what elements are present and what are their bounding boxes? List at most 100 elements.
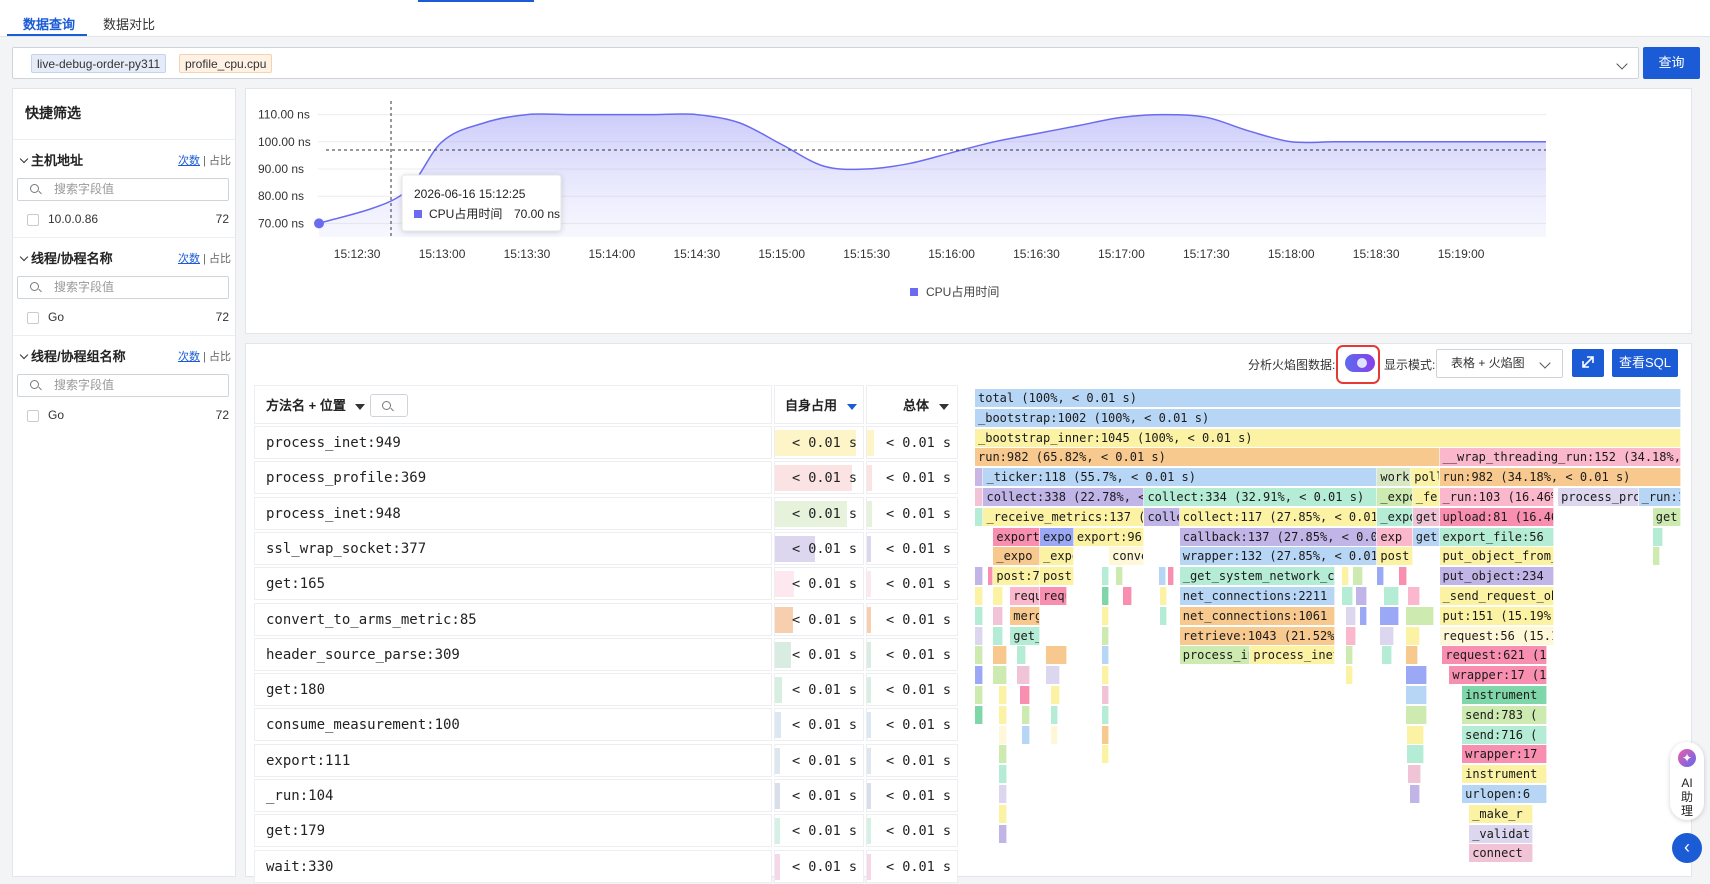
flame-frame[interactable] xyxy=(1356,587,1367,605)
flame-frame[interactable]: put_object_from_file xyxy=(1439,547,1554,566)
flame-frame[interactable] xyxy=(1021,725,1031,744)
flame-frame[interactable] xyxy=(1051,725,1059,744)
flame-frame[interactable] xyxy=(975,567,984,586)
table-row[interactable]: process_inet:948 < 0.01 s < 0.01 s xyxy=(254,496,958,531)
flame-frame[interactable]: _expo xyxy=(993,547,1040,566)
flame-frame[interactable]: merg xyxy=(1010,606,1040,625)
flame-frame[interactable] xyxy=(1405,666,1427,685)
filter-option[interactable]: Go 72 xyxy=(17,310,229,324)
view-sql-button[interactable]: 查看SQL xyxy=(1612,349,1678,377)
flame-frame[interactable]: run:982 (65.82%, < 0.01 s) xyxy=(975,448,1440,467)
filter-section-header[interactable]: 线程/协程组名称 xyxy=(19,346,126,365)
flame-frame[interactable] xyxy=(1102,587,1110,605)
flame-frame[interactable] xyxy=(993,646,1007,665)
flame-frame[interactable] xyxy=(1384,587,1399,605)
flame-frame[interactable] xyxy=(975,468,984,487)
flame-frame[interactable] xyxy=(1045,646,1067,665)
flame-frame[interactable]: export xyxy=(1039,527,1074,546)
flame-frame[interactable] xyxy=(993,626,1004,645)
flame-frame[interactable] xyxy=(1159,606,1168,625)
flame-frame[interactable] xyxy=(1159,587,1168,605)
flame-frame[interactable] xyxy=(1652,547,1660,566)
chevron-down-icon[interactable] xyxy=(19,252,29,262)
flame-frame[interactable]: _run:1 xyxy=(1638,488,1681,506)
flame-frame[interactable] xyxy=(999,785,1008,803)
flame-frame[interactable]: requ xyxy=(1010,587,1040,605)
table-row[interactable]: _run:104 < 0.01 s < 0.01 s xyxy=(254,779,958,813)
flame-frame[interactable] xyxy=(1123,587,1132,605)
flame-frame[interactable] xyxy=(1102,745,1110,764)
flame-frame[interactable]: _bootstrap_inner:1045 (100%, < 0.01 s) xyxy=(975,428,1681,447)
chevron-down-icon[interactable] xyxy=(19,350,29,360)
flame-frame[interactable] xyxy=(1407,725,1424,744)
flame-frame[interactable]: wrapper:17 xyxy=(1462,745,1547,764)
flame-frame[interactable] xyxy=(1352,567,1364,586)
cpu-time-chart[interactable]: 70.00 ns 80.00 ns 90.00 ns 100.00 ns 110.00 … xyxy=(246,89,1693,335)
flame-frame[interactable] xyxy=(993,587,1004,605)
filter-search-input[interactable]: 搜索字段值 xyxy=(17,374,229,397)
table-row[interactable]: get:179 < 0.01 s < 0.01 s xyxy=(254,814,958,848)
flame-frame[interactable] xyxy=(1051,686,1060,704)
flame-frame[interactable]: process_profile xyxy=(1558,488,1639,506)
sort-desc-icon[interactable] xyxy=(846,403,857,410)
flame-frame[interactable]: requ xyxy=(1039,587,1067,605)
flame-frame[interactable] xyxy=(1342,587,1353,605)
query-chip-app[interactable]: live-debug-order-py311 xyxy=(31,54,167,73)
flame-frame[interactable]: send:716 ( xyxy=(1462,725,1547,744)
toggle-count[interactable]: 次数 xyxy=(178,253,200,265)
checkbox[interactable] xyxy=(27,311,39,324)
flame-frame[interactable] xyxy=(1405,606,1434,625)
flame-frame[interactable] xyxy=(975,488,984,506)
flame-frame[interactable] xyxy=(999,725,1008,744)
column-header-self[interactable]: 自身占用 xyxy=(774,385,864,424)
collapse-button[interactable]: ‹ xyxy=(1672,833,1702,863)
flame-frame[interactable] xyxy=(1017,666,1031,685)
toggle-ratio[interactable]: 占比 xyxy=(209,351,231,363)
flame-frame[interactable]: wrapper:17 (15%) xyxy=(1449,666,1547,685)
toggle-ratio[interactable]: 占比 xyxy=(209,155,231,167)
query-button[interactable]: 查询 xyxy=(1643,47,1700,79)
expand-button[interactable] xyxy=(1572,349,1604,377)
tab-data-compare[interactable]: 数据对比 xyxy=(103,14,155,33)
flame-frame[interactable] xyxy=(975,686,984,704)
flame-frame[interactable] xyxy=(1045,666,1060,685)
filter-search-input[interactable]: 搜索字段值 xyxy=(17,276,229,299)
chart-legend[interactable]: CPU占用时间 xyxy=(910,284,999,299)
flame-frame[interactable]: get xyxy=(1652,507,1681,526)
flame-frame[interactable]: _validat xyxy=(1469,824,1533,843)
flame-frame[interactable]: worker xyxy=(1377,468,1412,487)
ai-assistant-button[interactable]: ✦ AI 助理 xyxy=(1670,742,1704,820)
flame-frame[interactable] xyxy=(1102,666,1110,685)
flame-frame[interactable]: _get_system_network_counters xyxy=(1179,567,1336,586)
table-row[interactable]: get:165 < 0.01 s < 0.01 s xyxy=(254,567,958,601)
flame-frame[interactable] xyxy=(1102,646,1110,665)
column-header-total[interactable]: 总体 xyxy=(866,385,958,424)
flame-frame[interactable] xyxy=(975,587,984,605)
flame-frame[interactable]: post: xyxy=(1039,567,1074,586)
flame-frame[interactable] xyxy=(975,666,984,685)
flame-frame[interactable] xyxy=(1017,646,1026,665)
flame-frame[interactable] xyxy=(1377,567,1385,586)
flame-frame[interactable]: collect:117 (27.85%, < 0.01 s) xyxy=(1179,507,1378,526)
flame-graph[interactable]: total (100%, < 0.01 s) _bootstrap:1002 (1… xyxy=(975,389,1681,877)
flame-frame[interactable]: connect xyxy=(1469,844,1533,863)
flame-frame[interactable]: callback:137 (27.85%, < 0.01 s) xyxy=(1179,527,1378,546)
flame-frame[interactable] xyxy=(1102,606,1110,625)
flame-frame[interactable]: post:7 xyxy=(993,567,1040,586)
flame-frame[interactable]: collect:334 (32.91%, < 0.01 s) xyxy=(1144,488,1378,506)
flame-frame[interactable] xyxy=(1652,527,1664,546)
flame-frame[interactable]: _bootstrap:1002 (100%, < 0.01 s) xyxy=(975,408,1681,427)
column-header-method[interactable]: 方法名 + 位置 xyxy=(254,385,772,424)
flame-frame[interactable] xyxy=(1345,666,1353,685)
flame-frame[interactable]: net_connections:2211 (27.85%) xyxy=(1179,587,1336,605)
flame-frame[interactable] xyxy=(975,507,984,526)
flame-frame[interactable] xyxy=(999,686,1008,704)
flame-frame[interactable]: _run:103 (16.46%, < 0.01 s) xyxy=(1439,488,1554,506)
flame-frame[interactable]: poll xyxy=(1411,468,1440,487)
flame-frame[interactable]: net_connections:1061 (27.85%) xyxy=(1179,606,1336,625)
flame-frame[interactable] xyxy=(1408,587,1420,605)
flame-frame[interactable]: _expo xyxy=(1377,507,1413,526)
query-chip-type[interactable]: profile_cpu.cpu xyxy=(179,54,273,73)
flame-frame[interactable] xyxy=(1102,705,1110,724)
flame-frame[interactable] xyxy=(1359,606,1367,625)
